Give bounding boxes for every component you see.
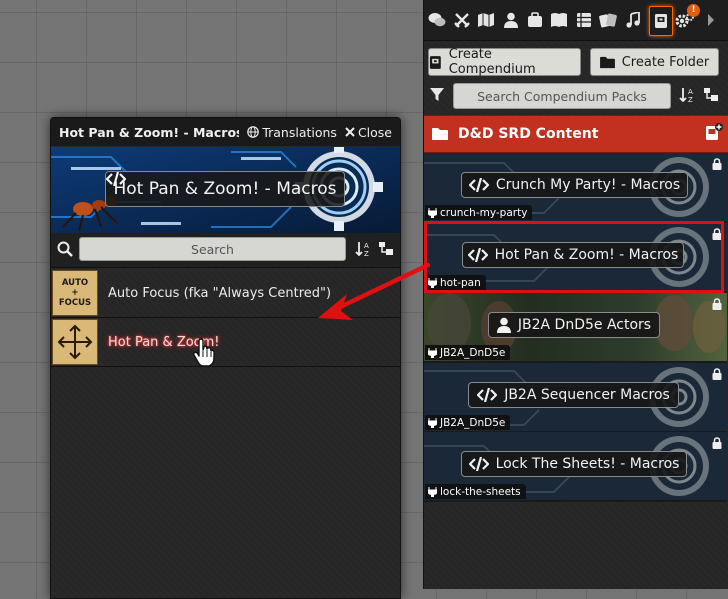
search-icon (57, 241, 73, 257)
banner-title: Hot Pan & Zoom! - Macros (113, 179, 337, 199)
macro-compendium-window: Hot Pan & Zoom! - Macros [Lo Translation… (50, 117, 401, 599)
actors-icon[interactable] (500, 8, 522, 32)
pack-tag: JB2A_DnD5e (425, 415, 511, 430)
pack-title-chip: JB2A DnD5e Actors (488, 312, 660, 338)
chat-icon[interactable] (426, 8, 448, 32)
globe-icon (247, 126, 260, 138)
tables-icon[interactable] (573, 8, 595, 32)
user-icon (496, 317, 511, 333)
compendium-sidebar: ! Create Compendium Create Folder AZ D&D… (423, 0, 728, 589)
journal-icon[interactable] (548, 8, 570, 32)
macro-entry-name: Auto Focus (fka "Always Centred") (108, 285, 332, 301)
notification-badge: ! (687, 4, 700, 17)
pack-tag-text: JB2A_DnD5e (440, 346, 506, 359)
lock-icon (712, 298, 722, 310)
lock-icon (712, 158, 722, 170)
sort-alpha-icon[interactable]: AZ (355, 241, 371, 257)
compendium-icon[interactable] (649, 6, 673, 36)
resize-handle[interactable] (398, 118, 400, 128)
pack-tag-text: crunch-my-party (440, 206, 528, 219)
lock-icon (712, 437, 722, 449)
pack-title-chip: Crunch My Party! - Macros (461, 172, 688, 198)
collapse-folders-icon[interactable] (703, 87, 719, 103)
close-icon (345, 127, 355, 137)
pack-title-chip: JB2A Sequencer Macros (468, 382, 679, 408)
banner-title-chip: Hot Pan & Zoom! - Macros (105, 171, 345, 207)
items-icon[interactable] (524, 8, 546, 32)
directory-search-row: AZ (51, 233, 400, 268)
pack-tag: crunch-my-party (425, 205, 533, 220)
pack-title: Crunch My Party! - Macros (495, 177, 681, 193)
create-folder-button[interactable]: Create Folder (590, 48, 719, 76)
auto-focus-text-2: + (71, 288, 79, 298)
translations-button[interactable]: Translations (247, 125, 337, 140)
pack-jb2a-sequencer-macros[interactable]: JB2A Sequencer Macros JB2A_DnD5e (424, 363, 727, 433)
macro-entry-hot-pan-zoom[interactable]: Hot Pan & Zoom! (51, 318, 400, 367)
auto-focus-text-1: AUTO (61, 278, 89, 288)
compendium-book-icon (429, 55, 441, 69)
pack-tag: JB2A_DnD5e (425, 345, 511, 360)
pack-lock-the-sheets[interactable]: Lock The Sheets! - Macros lock-the-sheet… (424, 432, 727, 502)
scenes-icon[interactable] (475, 8, 497, 32)
pack-jb2a-dnd5e-actors[interactable]: JB2A DnD5e Actors JB2A_DnD5e (424, 293, 727, 363)
pack-tag-text: lock-the-sheets (440, 485, 521, 498)
compendium-banner: Hot Pan & Zoom! - Macros (51, 147, 400, 233)
playlists-icon[interactable] (622, 8, 644, 32)
plug-icon (428, 348, 437, 358)
auto-focus-text-3: FOCUS (58, 298, 92, 308)
window-header[interactable]: Hot Pan & Zoom! - Macros [Lo Translation… (51, 118, 400, 146)
code-icon (468, 178, 489, 192)
svg-text:A: A (364, 242, 369, 250)
expand-icon[interactable] (700, 8, 722, 32)
code-icon (477, 388, 498, 402)
pack-title-chip: Lock The Sheets! - Macros (461, 451, 687, 477)
folder-name: D&D SRD Content (458, 126, 599, 142)
code-icon (468, 457, 489, 471)
pack-title: JB2A DnD5e Actors (517, 317, 652, 333)
pack-crunch-my-party[interactable]: Crunch My Party! - Macros crunch-my-part… (424, 153, 727, 223)
filter-icon[interactable] (430, 88, 444, 102)
move-arrows-icon (52, 319, 98, 365)
window-title: Hot Pan & Zoom! - Macros [Lo (59, 124, 240, 140)
hand-cursor-icon (192, 338, 215, 367)
highlight-box (424, 221, 724, 293)
close-label: Close (357, 124, 392, 140)
svg-text:Z: Z (688, 96, 693, 103)
collapse-folders-icon[interactable] (378, 241, 394, 257)
macro-entry-auto-focus[interactable]: AUTO + FOCUS Auto Focus (fka "Always Centr… (51, 269, 400, 318)
translations-label: Translations (262, 124, 337, 140)
folder-icon (432, 128, 448, 140)
plug-icon (428, 487, 437, 497)
plug-icon (428, 418, 437, 428)
plug-icon (428, 208, 437, 218)
auto-focus-icon: AUTO + FOCUS (52, 270, 98, 316)
pack-tag-text: JB2A_DnD5e (440, 416, 506, 429)
create-compendium-button[interactable]: Create Compendium (428, 47, 581, 77)
pack-title: Lock The Sheets! - Macros (495, 456, 680, 472)
pack-tag: lock-the-sheets (425, 484, 526, 499)
cards-icon[interactable] (597, 8, 619, 32)
compendium-search-input[interactable] (453, 83, 671, 109)
sidebar-tabs: ! (424, 0, 728, 41)
close-button[interactable]: Close (345, 125, 392, 140)
svg-text:A: A (688, 88, 693, 96)
combat-icon[interactable] (451, 8, 473, 32)
lock-icon (712, 368, 722, 380)
search-input[interactable] (79, 237, 346, 261)
create-compendium-label: Create Compendium (448, 47, 536, 77)
sort-alpha-icon[interactable]: AZ (679, 87, 695, 103)
svg-text:Z: Z (364, 250, 369, 257)
code-icon (106, 172, 126, 186)
create-folder-label: Create Folder (621, 54, 710, 70)
pack-title: JB2A Sequencer Macros (504, 387, 670, 403)
folder-dnd-srd-content[interactable]: D&D SRD Content (424, 115, 728, 153)
create-compendium-in-folder-icon[interactable] (705, 122, 723, 142)
folder-icon (599, 56, 615, 68)
